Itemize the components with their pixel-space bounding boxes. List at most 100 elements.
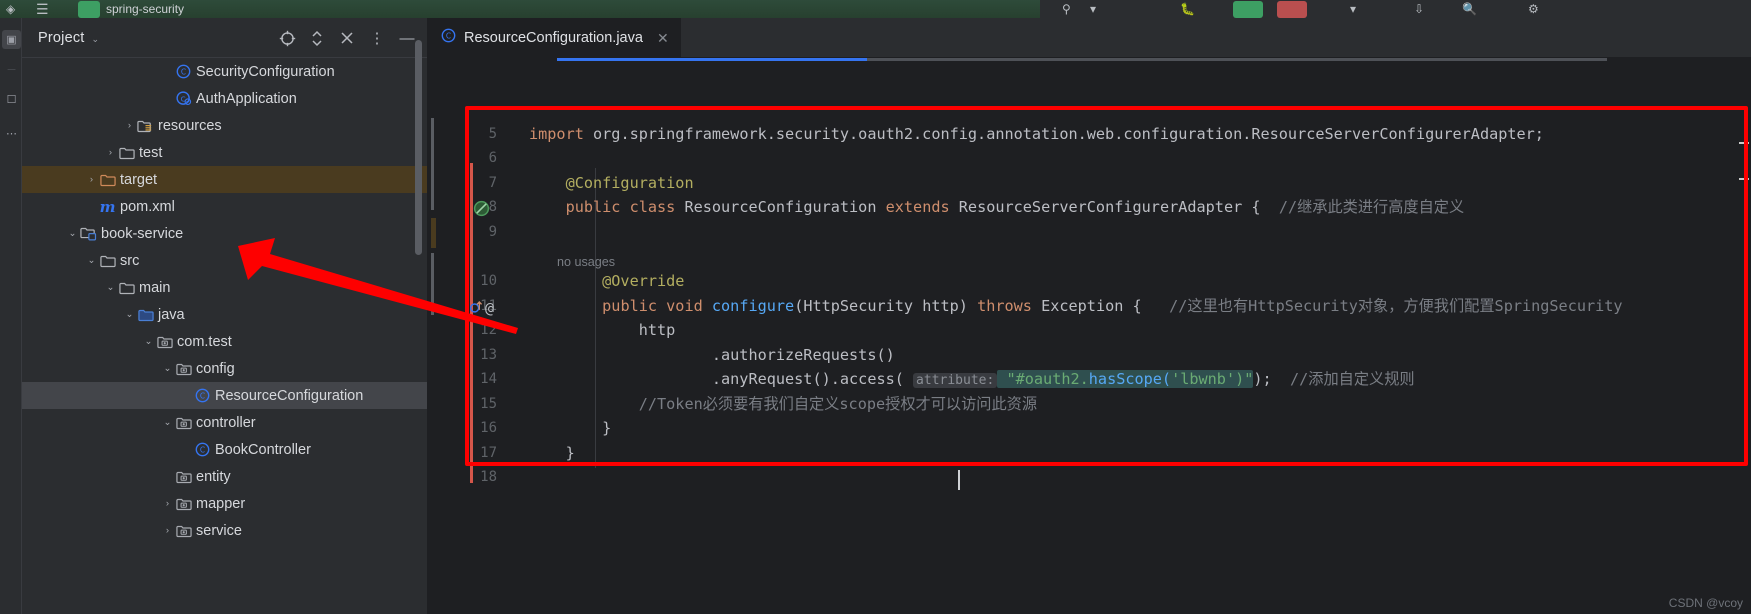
- resources-folder-icon: [136, 119, 155, 133]
- debug-icon[interactable]: 🐛: [1180, 0, 1195, 18]
- code-line-5[interactable]: import org.springframework.security.oaut…: [529, 122, 1544, 146]
- settings-gear-icon[interactable]: ⚙: [1528, 0, 1539, 18]
- project-tree-scrollbar[interactable]: [415, 40, 422, 255]
- tree-item-service[interactable]: › service: [22, 517, 427, 544]
- chevron-down-icon[interactable]: ⌄: [142, 336, 155, 347]
- close-icon[interactable]: ✕: [657, 30, 669, 47]
- tree-item-label: main: [139, 279, 171, 296]
- code-line-17[interactable]: }: [529, 441, 575, 465]
- chevron-right-icon[interactable]: ›: [161, 525, 174, 536]
- package-icon: [174, 524, 193, 538]
- main-toolbar-strip: ◈ ☰ spring-security ⚲ ▾ 🐛 ▾ ⇩ 🔍 ⚙: [0, 0, 1751, 18]
- stop-button[interactable]: [1277, 1, 1307, 18]
- rail-structure-icon[interactable]: ☐: [2, 90, 21, 109]
- chevron-right-icon[interactable]: ›: [161, 93, 174, 104]
- tree-item-config[interactable]: ⌄ config: [22, 355, 427, 382]
- chevron-down-icon[interactable]: ⌄: [123, 309, 136, 320]
- code-line-12[interactable]: http: [529, 318, 676, 342]
- code-token: #oauth2.: [1015, 370, 1089, 388]
- code-line-16[interactable]: }: [529, 416, 611, 440]
- code-line-15[interactable]: //Token必须要有我们自定义scope授权才可以访问此资源: [529, 392, 1037, 416]
- tree-item-pom-xml[interactable]: ›mpom.xml: [22, 193, 427, 220]
- chevron-right-icon[interactable]: ›: [180, 444, 193, 455]
- chevron-down-icon[interactable]: ⌄: [92, 34, 100, 45]
- tree-item-main[interactable]: ⌄ main: [22, 274, 427, 301]
- svg-text:C: C: [181, 68, 186, 77]
- tree-item-label: target: [120, 171, 158, 188]
- notifications-icon[interactable]: ▾: [1350, 0, 1356, 18]
- chevron-down-icon[interactable]: ⌄: [161, 417, 174, 428]
- chevron-right-icon[interactable]: ›: [85, 201, 98, 212]
- code-line-14[interactable]: .anyRequest().access( attribute: "#oauth…: [529, 367, 1415, 391]
- tree-item-resources[interactable]: › resources: [22, 112, 427, 139]
- tree-item-target[interactable]: › target: [22, 166, 427, 193]
- search-everywhere-icon[interactable]: ⚲: [1062, 0, 1071, 18]
- code-text[interactable]: import org.springframework.security.oaut…: [427, 58, 1751, 614]
- tab-resourceconfiguration-java[interactable]: C ResourceConfiguration.java ✕: [427, 18, 681, 58]
- options-menu-icon[interactable]: ⋮: [365, 26, 389, 50]
- code-token: @Configuration: [529, 174, 694, 192]
- collapse-all-icon[interactable]: [335, 26, 359, 50]
- error-stripe-mark[interactable]: [1739, 178, 1749, 180]
- text-caret: [958, 470, 960, 490]
- tree-item-bookcontroller[interactable]: › C BookController: [22, 436, 427, 463]
- hamburger-menu-icon[interactable]: ☰: [36, 0, 49, 18]
- tree-item-resourceconfiguration[interactable]: › C ResourceConfiguration: [22, 382, 427, 409]
- run-button[interactable]: [1233, 1, 1263, 18]
- tab-label: ResourceConfiguration.java: [464, 30, 643, 46]
- code-token: ResourceConfiguration: [684, 198, 886, 216]
- code-line-11[interactable]: public void configure(HttpSecurity http)…: [529, 294, 1623, 318]
- code-line-8[interactable]: public class ResourceConfiguration exten…: [529, 195, 1465, 219]
- project-name-label: spring-security: [106, 2, 185, 16]
- select-opened-file-icon[interactable]: [275, 26, 299, 50]
- code-line-7[interactable]: @Configuration: [529, 171, 694, 195]
- chevron-right-icon[interactable]: ›: [161, 498, 174, 509]
- code-token: //这里也有HttpSecurity对象，方便我们配置SpringSecurit…: [1159, 297, 1623, 315]
- tree-item-label: config: [196, 360, 235, 377]
- tree-item-mapper[interactable]: › mapper: [22, 490, 427, 517]
- inlay-no-usages[interactable]: no usages: [529, 250, 615, 274]
- rail-more-icon[interactable]: ⋯: [2, 124, 21, 143]
- tree-item-com-test[interactable]: ⌄ com.test: [22, 328, 427, 355]
- chevron-right-icon[interactable]: ›: [85, 174, 98, 185]
- folder-orange-icon: [98, 173, 117, 187]
- tree-item-src[interactable]: ⌄ src: [22, 247, 427, 274]
- run-config-chip[interactable]: [78, 1, 100, 18]
- editor-tab-bar: C ResourceConfiguration.java ✕: [427, 18, 1751, 58]
- inlay-parameter-hint[interactable]: attribute:: [913, 373, 998, 388]
- package-icon: [174, 416, 193, 430]
- code-line-13[interactable]: .authorizeRequests(): [529, 343, 895, 367]
- tree-item-securityconfiguration[interactable]: › C SecurityConfiguration: [22, 58, 427, 85]
- chevron-down-icon[interactable]: ⌄: [85, 255, 98, 266]
- code-editor[interactable]: 5 6 7 8 9 10 11 12 13 14 15 16 17 18 @ import org.spr…: [427, 58, 1751, 614]
- tree-item-entity[interactable]: › entity: [22, 463, 427, 490]
- tree-item-authapplication[interactable]: ›CAuthApplication: [22, 85, 427, 112]
- toolbar-right-band: [1040, 0, 1751, 18]
- chevron-right-icon[interactable]: ›: [104, 147, 117, 158]
- chevron-right-icon[interactable]: ›: [161, 471, 174, 482]
- chevron-down-icon[interactable]: ⌄: [161, 363, 174, 374]
- tree-item-book-service[interactable]: ⌄ book-service: [22, 220, 427, 247]
- tree-item-test[interactable]: › test: [22, 139, 427, 166]
- error-stripe-mark[interactable]: [1739, 142, 1749, 144]
- ide-logo-icon[interactable]: ◈: [6, 0, 15, 18]
- tree-item-label: AuthApplication: [196, 90, 297, 107]
- expand-collapse-icon[interactable]: [305, 26, 329, 50]
- chevron-right-icon[interactable]: ›: [180, 390, 193, 401]
- rail-project-icon[interactable]: ▣: [2, 30, 21, 49]
- tree-item-label: entity: [196, 468, 231, 485]
- run-dropdown-icon[interactable]: ▾: [1090, 0, 1096, 18]
- chevron-down-icon[interactable]: ⌄: [66, 228, 79, 239]
- tree-item-java[interactable]: ⌄ java: [22, 301, 427, 328]
- chevron-right-icon[interactable]: ›: [123, 120, 136, 131]
- chevron-down-icon[interactable]: ⌄: [104, 282, 117, 293]
- chevron-right-icon[interactable]: ›: [161, 66, 174, 77]
- vcs-update-icon[interactable]: ⇩: [1414, 0, 1424, 18]
- search-icon[interactable]: 🔍: [1462, 0, 1477, 18]
- tree-item-controller[interactable]: ⌄ controller: [22, 409, 427, 436]
- project-tree[interactable]: ›CSecurityConfiguration›CAuthApplication…: [22, 58, 427, 614]
- java-class-icon: C: [441, 28, 456, 48]
- svg-text:C: C: [446, 32, 451, 41]
